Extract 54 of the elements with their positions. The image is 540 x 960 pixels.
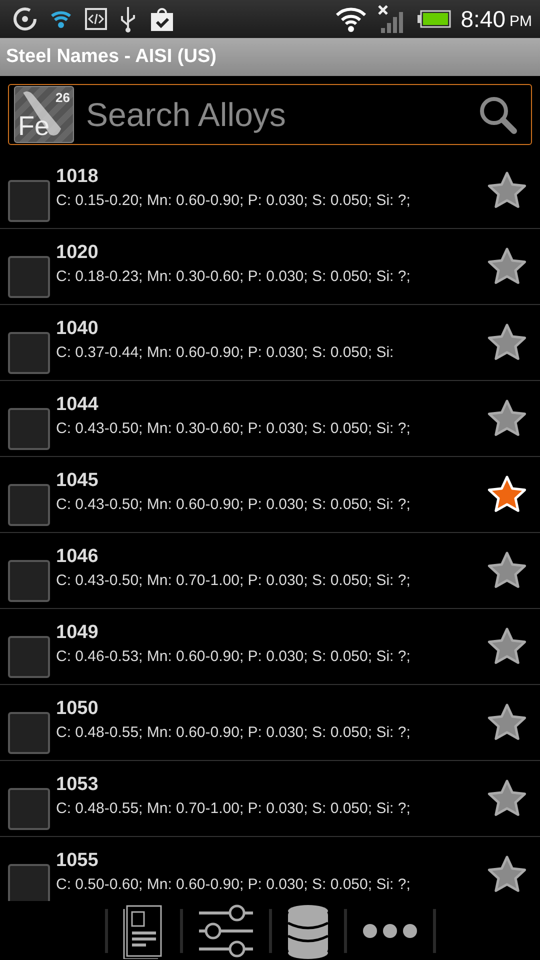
alloy-composition: C: 0.15-0.20; Mn: 0.60-0.90; P: 0.030; S: 0.050; Si: ?; <box>56 192 412 209</box>
battery-icon <box>416 9 451 29</box>
atomic-number: 26 <box>56 90 70 105</box>
element-symbol: Fe <box>18 111 50 142</box>
alloy-name: 1050 <box>56 698 100 720</box>
clock-period: PM <box>510 13 532 30</box>
checkbox[interactable] <box>8 864 50 901</box>
alloy-composition: C: 0.48-0.55; Mn: 0.70-1.00; P: 0.030; S: 0.050; Si: ?; <box>56 800 412 817</box>
alloy-name: 1046 <box>56 546 100 568</box>
alloy-composition: C: 0.43-0.50; Mn: 0.70-1.00; P: 0.030; S: 0.050; Si: ?; <box>56 572 412 589</box>
app-title: Steel Names - AISI (US) <box>6 46 216 68</box>
alloy-row[interactable]: 1020 C: 0.18-0.23; Mn: 0.30-0.60; P: 0.030; S: 0.050; Si: ?; <box>0 229 540 305</box>
checkbox[interactable] <box>8 180 50 222</box>
alloy-row[interactable]: 1053 C: 0.48-0.55; Mn: 0.70-1.00; P: 0.030; S: 0.050; Si: ?; <box>0 761 540 837</box>
alloy-name: 1040 <box>56 318 100 340</box>
sliders-icon[interactable] <box>196 902 254 958</box>
alloy-composition: C: 0.46-0.53; Mn: 0.60-0.90; P: 0.030; S: 0.050; Si: ?; <box>56 648 412 665</box>
alloy-row[interactable]: 1050 C: 0.48-0.55; Mn: 0.60-0.90; P: 0.030; S: 0.050; Si: ?; <box>0 685 540 761</box>
alloy-name: 1020 <box>56 242 100 264</box>
checkbox[interactable] <box>8 712 50 754</box>
alloy-name: 1049 <box>56 622 100 644</box>
alloy-composition: C: 0.43-0.50; Mn: 0.60-0.90; P: 0.030; S: 0.050; Si: ?; <box>56 496 412 513</box>
search-field[interactable]: Search Alloys <box>84 94 477 134</box>
code-icon <box>84 7 108 31</box>
alloy-name: 1053 <box>56 774 100 796</box>
checkbox[interactable] <box>8 636 50 678</box>
checkbox[interactable] <box>8 256 50 298</box>
alloy-row[interactable]: 1044 C: 0.43-0.50; Mn: 0.30-0.60; P: 0.030; S: 0.050; Si: ?; <box>0 381 540 457</box>
alloy-name: 1055 <box>56 850 100 872</box>
alloy-name: 1018 <box>56 166 100 188</box>
alloy-composition: C: 0.43-0.50; Mn: 0.30-0.60; P: 0.030; S: 0.050; Si: ?; <box>56 420 412 437</box>
sync-icon <box>12 6 38 32</box>
database-icon[interactable] <box>286 902 330 958</box>
alloy-composition: C: 0.18-0.23; Mn: 0.30-0.60; P: 0.030; S: 0.050; Si: ?; <box>56 268 412 285</box>
alloy-composition: C: 0.37-0.44; Mn: 0.60-0.90; P: 0.030; S: 0.050; Si: <box>56 344 395 361</box>
usb-icon <box>118 5 138 33</box>
checkbox[interactable] <box>8 408 50 450</box>
alloy-row[interactable]: 1045 C: 0.43-0.50; Mn: 0.60-0.90; P: 0.030; S: 0.050; Si: ?; <box>0 457 540 533</box>
alloy-row[interactable]: 1046 C: 0.43-0.50; Mn: 0.70-1.00; P: 0.030; S: 0.050; Si: ?; <box>0 533 540 609</box>
wifi-icon <box>334 6 367 32</box>
alloy-row[interactable]: 1040 C: 0.37-0.44; Mn: 0.60-0.90; P: 0.030; S: 0.050; Si: <box>0 305 540 381</box>
checkbox[interactable] <box>8 560 50 602</box>
checkbox[interactable] <box>8 484 50 526</box>
alloy-composition: C: 0.50-0.60; Mn: 0.60-0.90; P: 0.030; S: 0.050; Si: ?; <box>56 876 412 893</box>
checkbox[interactable] <box>8 332 50 374</box>
clock-time: 8:40 <box>460 6 506 32</box>
alloy-row[interactable]: 1018 C: 0.15-0.20; Mn: 0.60-0.90; P: 0.030; S: 0.050; Si: ?; <box>0 153 540 229</box>
alloy-composition: C: 0.48-0.55; Mn: 0.60-0.90; P: 0.030; S: 0.050; Si: ?; <box>56 724 412 741</box>
alloy-row[interactable]: 1049 C: 0.46-0.53; Mn: 0.60-0.90; P: 0.030; S: 0.050; Si: ?; <box>0 609 540 685</box>
checkbox[interactable] <box>8 788 50 830</box>
shopping-bag-icon <box>148 5 176 33</box>
alloy-name: 1045 <box>56 470 100 492</box>
alloy-name: 1044 <box>56 394 100 416</box>
search-bar[interactable]: 26 Fe Search Alloys <box>8 84 532 145</box>
